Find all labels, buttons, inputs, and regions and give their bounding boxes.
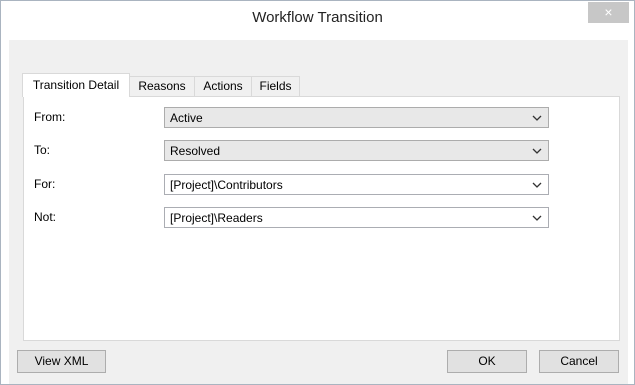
to-dropdown[interactable]: Resolved <box>164 140 549 161</box>
view-xml-button[interactable]: View XML <box>17 350 106 373</box>
title-bar: Workflow Transition × <box>1 1 634 31</box>
close-icon: × <box>604 4 613 20</box>
close-button[interactable]: × <box>588 2 629 23</box>
chevron-down-icon <box>532 215 542 221</box>
not-combobox[interactable]: [Project]\Readers <box>164 207 549 228</box>
from-dropdown[interactable]: Active <box>164 107 549 128</box>
tab-label: Fields <box>259 79 292 93</box>
for-label: For: <box>34 177 56 191</box>
from-value: Active <box>170 111 203 125</box>
tab-label: Transition Detail <box>32 78 120 92</box>
workflow-transition-dialog: Workflow Transition × Transition Detail … <box>0 0 635 385</box>
tab-label: Reasons <box>138 79 186 93</box>
from-label: From: <box>34 110 66 124</box>
chevron-down-icon <box>532 182 542 188</box>
dialog-title: Workflow Transition <box>252 9 383 26</box>
dialog-body: Transition Detail Reasons Actions Fields… <box>9 40 628 384</box>
for-value: [Project]\Contributors <box>170 178 283 192</box>
to-value: Resolved <box>170 144 221 158</box>
tab-reasons[interactable]: Reasons <box>129 76 195 96</box>
tab-transition-detail[interactable]: Transition Detail <box>22 73 130 97</box>
not-label: Not: <box>34 210 57 224</box>
tab-fields[interactable]: Fields <box>251 76 300 96</box>
tab-label: Actions <box>203 79 243 93</box>
for-combobox[interactable]: [Project]\Contributors <box>164 174 549 195</box>
to-label: To: <box>34 143 51 157</box>
ok-button[interactable]: OK <box>447 350 527 373</box>
chevron-down-icon <box>532 148 542 154</box>
cancel-button[interactable]: Cancel <box>539 350 619 373</box>
chevron-down-icon <box>532 115 542 121</box>
transition-detail-panel: From: Active To: Resolved For: [Project]… <box>23 96 620 341</box>
not-value: [Project]\Readers <box>170 211 263 225</box>
tab-actions[interactable]: Actions <box>194 76 252 96</box>
